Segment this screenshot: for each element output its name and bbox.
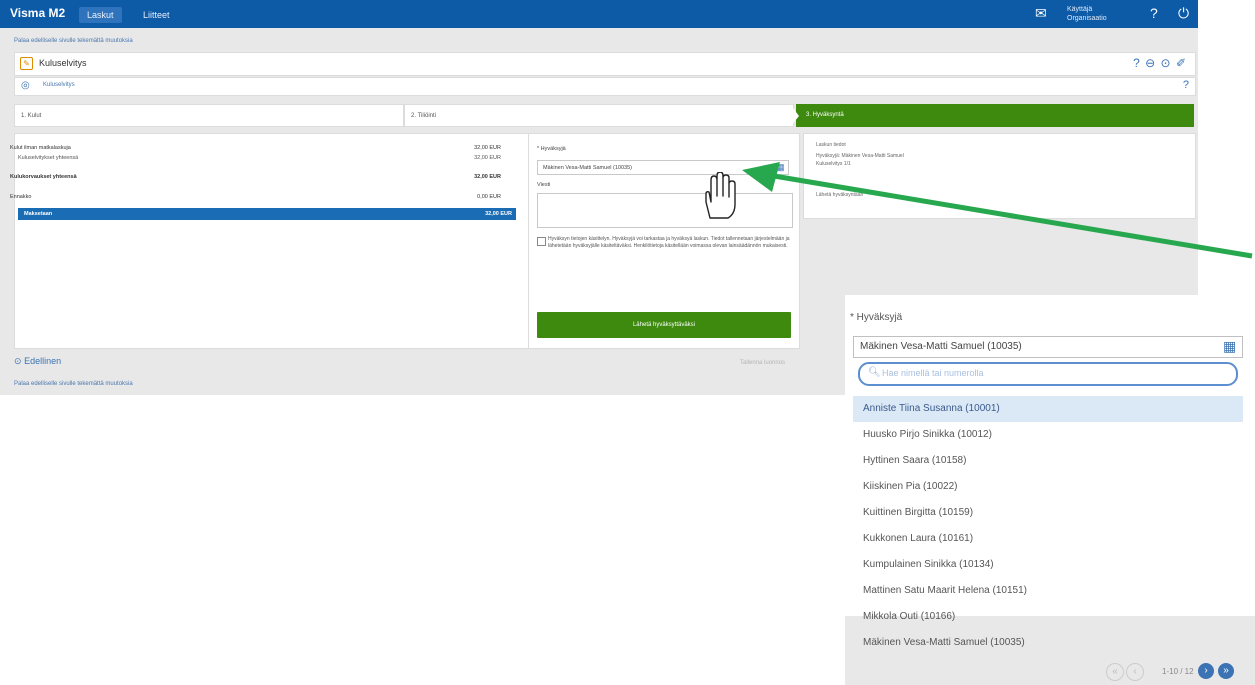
user-name: Käyttäjä xyxy=(1067,6,1093,13)
user-menu[interactable]: Käyttäjä Organisaatio xyxy=(1067,5,1129,23)
first-page-icon[interactable]: « xyxy=(1106,663,1124,681)
annotation-arrow xyxy=(742,162,1253,259)
list-item[interactable]: Mikkola Outi (10166) xyxy=(853,604,1243,630)
help-icon[interactable]: ? xyxy=(1183,79,1189,91)
step-arrow xyxy=(790,104,799,127)
previous-label: Edellinen xyxy=(24,356,62,366)
tab-liitteet[interactable]: Liitteet xyxy=(135,7,178,23)
list-item[interactable]: Kumpulainen Sinikka (10134) xyxy=(853,552,1243,578)
top-navigation-bar xyxy=(0,0,1198,28)
summary-row: Kuluselvitykset yhteensä 32,00 EUR xyxy=(10,152,505,164)
summary-label: Ennakko xyxy=(10,194,32,200)
info-line: Laskun tiedot xyxy=(816,142,846,148)
list-item[interactable]: Huusko Pirjo Sinikka (10012) xyxy=(853,422,1243,448)
summary-label: Maksetaan xyxy=(24,211,53,217)
power-icon[interactable]: ⏻ xyxy=(1178,5,1189,22)
save-draft-button[interactable]: Tallenna luonnos xyxy=(740,360,785,366)
previous-button[interactable]: ⊙ Edellinen xyxy=(14,356,61,367)
sub-bar-text[interactable]: Kuluselvitys xyxy=(43,82,75,88)
summary-row: Kulukorvaukset yhteensä 32,00 EUR xyxy=(10,171,505,183)
summary-panel xyxy=(14,133,531,349)
title-actions: ? ⊖ ⊙ ✐ xyxy=(1133,56,1187,70)
bottom-note[interactable]: Palaa edelliselle sivulle tekemättä muut… xyxy=(14,381,133,387)
help-icon[interactable]: ? xyxy=(1150,5,1158,21)
help-circle-icon[interactable]: ? xyxy=(1133,56,1141,70)
list-item[interactable]: Mattinen Satu Maarit Helena (10151) xyxy=(853,578,1243,604)
send-for-approval-button[interactable]: Lähetä hyväksyttäväksi xyxy=(537,312,791,338)
step-3[interactable]: 3. Hyväksyntä xyxy=(796,104,1194,127)
summary-value: 32,00 EUR xyxy=(474,174,501,180)
sub-bar: ◎ Kuluselvitys ? xyxy=(14,77,1196,96)
info-line: Hyväksyjä: Mäkinen Vesa-Matti Samuel xyxy=(816,153,904,159)
approver-label: * Hyväksyjä xyxy=(537,146,566,152)
list-item[interactable]: Mäkinen Vesa-Matti Samuel (10035) xyxy=(853,630,1243,656)
page-title-bar: ✎ Kuluselvitys ? ⊖ ⊙ ✐ xyxy=(14,52,1196,76)
summary-value: 32,00 EUR xyxy=(474,155,501,161)
zoom-approver-select[interactable]: Mäkinen Vesa-Matti Samuel (10035) xyxy=(853,336,1243,358)
last-page-icon[interactable]: » xyxy=(1218,663,1234,679)
summary-label: Kulukorvaukset yhteensä xyxy=(10,174,77,180)
search-placeholder: Hae nimellä tai numerolla xyxy=(882,368,984,378)
search-icon: 🔍︎ xyxy=(868,367,881,378)
tab-laskut[interactable]: Laskut xyxy=(79,7,122,23)
user-organization: Organisaatio xyxy=(1067,15,1107,22)
previous-page-icon[interactable]: ‹ xyxy=(1126,663,1144,681)
summary-value: 32,00 EUR xyxy=(485,211,512,217)
summary-value: 0,00 EUR xyxy=(477,194,501,200)
step-2[interactable]: 2. Tiliöinti xyxy=(404,104,794,127)
message-icon[interactable]: ✉ xyxy=(1035,5,1047,22)
comment-icon[interactable]: ⊖ xyxy=(1145,56,1156,70)
arrow-left-icon: ⊙ xyxy=(14,356,22,366)
zoom-approver-label: * Hyväksyjä xyxy=(850,312,903,323)
list-item[interactable]: Hyttinen Saara (10158) xyxy=(853,448,1243,474)
summary-row: Ennakko 0,00 EUR xyxy=(10,191,505,203)
hand-cursor-icon xyxy=(705,172,736,219)
summary-total-row: Maksetaan 32,00 EUR xyxy=(18,208,516,220)
summary-label: Kuluselvitykset yhteensä xyxy=(18,155,79,161)
attachment-icon[interactable]: ✐ xyxy=(1176,56,1187,70)
list-item[interactable]: Kuittinen Birgitta (10159) xyxy=(853,500,1243,526)
step-1[interactable]: 1. Kulut xyxy=(14,104,404,127)
list-item[interactable]: Anniste Tiina Susanna (10001) xyxy=(853,396,1243,422)
message-label: Viesti xyxy=(537,182,551,188)
edit-icon: ✎ xyxy=(20,57,33,70)
history-icon[interactable]: ⊙ xyxy=(1161,56,1172,70)
app-title[interactable]: Visma M2 xyxy=(10,6,65,20)
page-info: 1-10 / 12 xyxy=(1162,667,1194,676)
list-item[interactable]: Kiiskinen Pia (10022) xyxy=(853,474,1243,500)
approver-list: Anniste Tiina Susanna (10001) Huusko Pir… xyxy=(853,396,1243,656)
info-icon: ◎ xyxy=(21,80,30,91)
page-title: Kuluselvitys xyxy=(39,58,87,68)
top-note[interactable]: Palaa edelliselle sivulle tekemättä muut… xyxy=(14,38,133,44)
list-icon[interactable]: ▦ xyxy=(1223,338,1236,355)
next-page-icon[interactable]: › xyxy=(1198,663,1214,679)
list-item[interactable]: Kukkonen Laura (10161) xyxy=(853,526,1243,552)
consent-checkbox[interactable] xyxy=(537,237,546,246)
